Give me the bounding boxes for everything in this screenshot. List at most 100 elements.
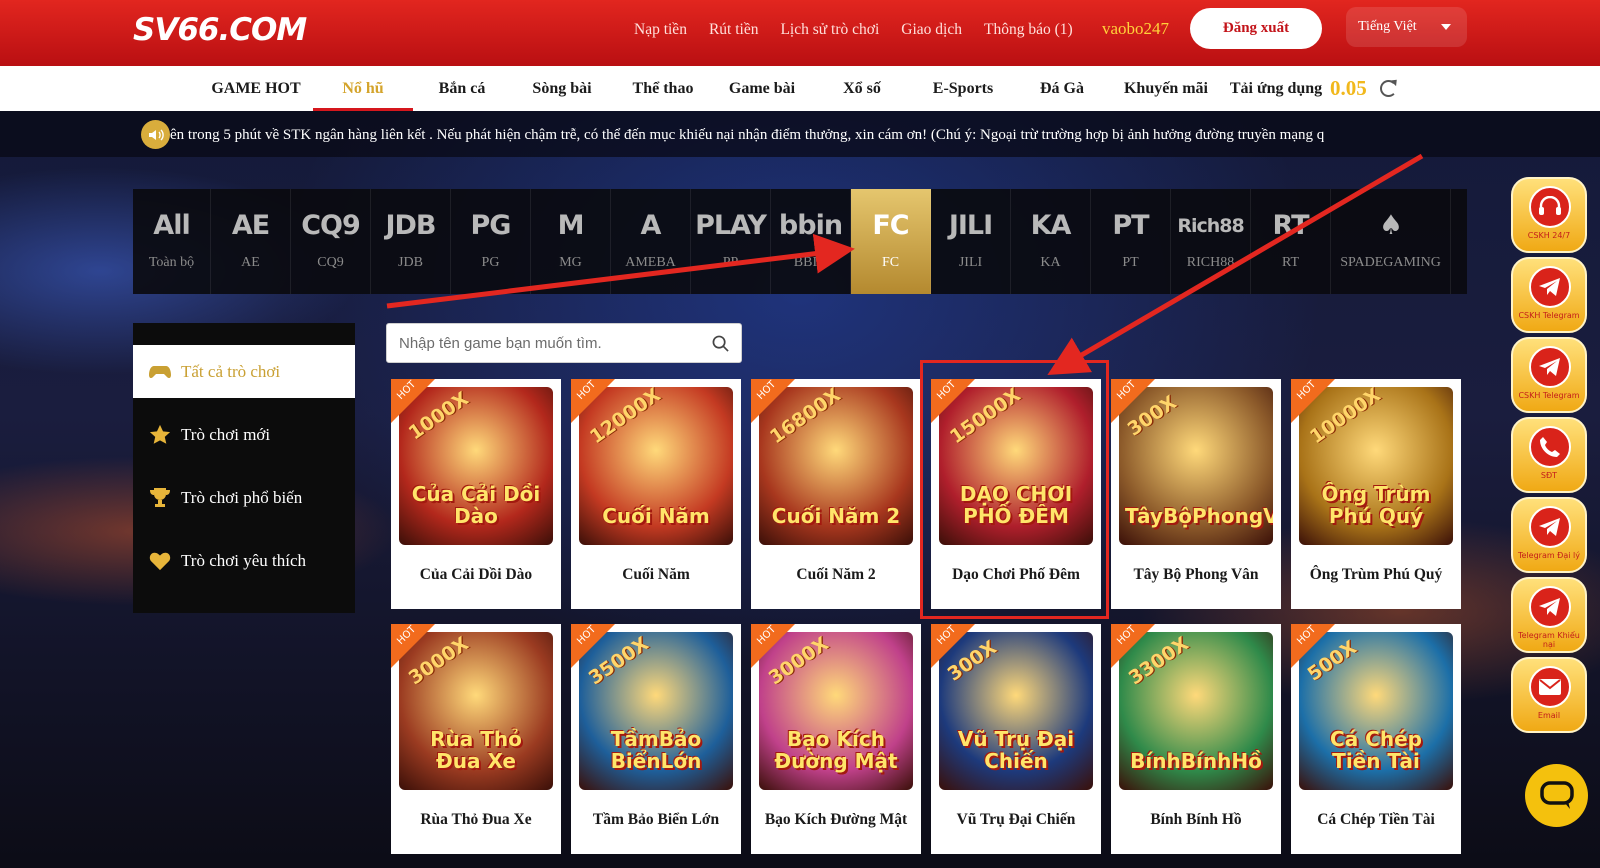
game-card[interactable]: 16800X Cuối Năm 2 HOT Cuối Năm 2 (751, 379, 921, 609)
support-button[interactable]: CSKH Telegram (1511, 337, 1587, 413)
live-chat-button[interactable] (1525, 764, 1588, 827)
provider-logo: CQ9 (301, 210, 361, 241)
provider-ka[interactable]: KA KA (1011, 189, 1091, 294)
support-button[interactable]: Telegram Khiếu nại (1511, 577, 1587, 653)
deposit-link[interactable]: Nạp tiền (634, 18, 687, 42)
game-card[interactable]: 3500X TầmBảo BiểnLớn HOT Tầm Bảo Biển Lớn (571, 624, 741, 854)
provider-logo: A (640, 210, 662, 241)
provider-to-n-b-[interactable]: All Toàn bộ (133, 189, 211, 294)
game-search (386, 323, 742, 363)
provider-logo: Rich88 (1177, 215, 1244, 237)
provider-label: CQ9 (317, 255, 344, 270)
refresh-icon[interactable] (1380, 80, 1397, 97)
nav-esports[interactable]: E-Sports (914, 66, 1012, 111)
game-card[interactable]: 3000X Bạo Kích Đường Mật HOT Bạo Kích Đường… (751, 624, 921, 854)
speaker-icon (141, 120, 170, 149)
provider-pt[interactable]: PT PT (1091, 189, 1171, 294)
language-value: Tiếng Việt (1358, 19, 1417, 34)
username[interactable]: vaobo247 (1102, 16, 1169, 42)
support-button[interactable]: SĐT (1511, 417, 1587, 493)
nav-download-app[interactable]: Tải ứng dụng (1226, 66, 1326, 111)
logout-button[interactable]: Đăng xuất (1190, 8, 1322, 49)
nav-slots[interactable]: Nổ hũ (313, 66, 413, 111)
provider-logo: KA (1030, 210, 1072, 241)
support-button[interactable]: Email (1511, 657, 1587, 733)
provider-mg[interactable]: M MG (531, 189, 611, 294)
game-name: Bính Bính Hồ (1150, 811, 1242, 828)
main-nav: GAME HOT Nổ hũ Bắn cá Sòng bài Thể thao … (0, 66, 1600, 111)
game-card[interactable]: 500X Cá Chép Tiền Tài HOT Cá Chép Tiền Tài (1291, 624, 1461, 854)
provider-ameba[interactable]: A AMEBA (611, 189, 691, 294)
game-history-link[interactable]: Lịch sử trò chơi (780, 18, 879, 42)
support-button[interactable]: CSKH 24/7 (1511, 177, 1587, 253)
provider-cq9[interactable]: CQ9 CQ9 (291, 189, 371, 294)
provider-logo: PT (1112, 210, 1149, 241)
support-button[interactable]: Telegram Đại lý (1511, 497, 1587, 573)
heart-icon (149, 550, 171, 572)
search-icon[interactable] (712, 335, 729, 352)
nav-game-hot[interactable]: GAME HOT (206, 66, 306, 111)
provider-bar: All Toàn bộ AE AE CQ9 CQ9 JDB JDB PG PG M MG A AMEBA P… (133, 189, 1467, 294)
provider-fc[interactable]: FC FC (851, 189, 931, 294)
chat-bubble-icon (1539, 780, 1574, 809)
nav-lottery[interactable]: Xổ số (818, 66, 906, 111)
menu-popular-games[interactable]: Trò chơi phổ biến (133, 471, 355, 524)
game-name: Vũ Trụ Đại Chiến (956, 811, 1076, 828)
provider-logo: AE (231, 210, 270, 241)
game-card[interactable]: 300XTâyBộPhongVânHOTTây Bộ Phong Vân (1111, 379, 1281, 609)
headset-icon (1529, 186, 1571, 228)
game-card[interactable]: 12000X Cuối Năm HOT Cuối Năm (571, 379, 741, 609)
provider-bbin[interactable]: bbin BBIN (771, 189, 851, 294)
provider-logo: bbin (778, 210, 843, 241)
game-art-title: Ông Trùm Phú Quý (1321, 482, 1431, 528)
site-logo[interactable]: SV66.COM (133, 10, 307, 50)
transactions-link[interactable]: Giao dịch (901, 18, 962, 42)
nav-card-games[interactable]: Game bài (716, 66, 808, 111)
game-art-title: TầmBảo BiểnLớn (610, 727, 702, 773)
nav-promotions[interactable]: Khuyến mãi (1116, 66, 1216, 111)
nav-fishing[interactable]: Bắn cá (418, 66, 506, 111)
gamepad-icon (149, 361, 171, 383)
telegram-icon (1529, 266, 1571, 308)
phone-icon (1529, 426, 1571, 468)
withdraw-link[interactable]: Rút tiền (709, 18, 759, 42)
nav-sports[interactable]: Thể thao (618, 66, 708, 111)
provider-logo: RT (1272, 210, 1310, 241)
support-label: Telegram Khiếu nại (1518, 631, 1580, 649)
game-art-title: BínhBínhHồ (1130, 749, 1262, 773)
nav-casino[interactable]: Sòng bài (517, 66, 607, 111)
search-input[interactable] (399, 324, 699, 362)
provider-rich88[interactable]: Rich88 RICH88 (1171, 189, 1251, 294)
provider-jdb[interactable]: JDB JDB (371, 189, 451, 294)
provider-logo: All (153, 210, 190, 241)
notifications-link[interactable]: Thông báo (1) (984, 18, 1073, 42)
provider-jili[interactable]: JILI JILI (931, 189, 1011, 294)
provider-logo: JILI (948, 210, 993, 241)
menu-favorite-games[interactable]: Trò chơi yêu thích (133, 534, 355, 587)
provider-ae[interactable]: AE AE (211, 189, 291, 294)
provider-logo: PG (470, 210, 512, 241)
telegram-icon (1529, 586, 1571, 628)
provider-pp[interactable]: PLAY PP (691, 189, 771, 294)
support-label: CSKH 24/7 (1527, 231, 1571, 240)
language-select[interactable]: Tiếng Việt (1346, 7, 1467, 47)
provider-spadegaming[interactable]: ♠ SPADEGAMING (1331, 189, 1451, 294)
game-card[interactable]: 3000X Rùa Thỏ Đua Xe HOT Rùa Thỏ Đua Xe (391, 624, 561, 854)
nav-cockfight[interactable]: Đá Gà (1018, 66, 1106, 111)
game-card[interactable]: 10000X Ông Trùm Phú Quý HOT Ông Trùm Phú Qu… (1291, 379, 1461, 609)
provider-logo: JDB (385, 210, 436, 241)
support-label: Telegram Đại lý (1517, 551, 1581, 560)
provider-label: Toàn bộ (148, 255, 195, 270)
menu-label: Tất cả trò chơi (181, 361, 281, 381)
game-card[interactable]: 300X Vũ Trụ Đại Chiến HOT Vũ Trụ Đại Chiến (931, 624, 1101, 854)
menu-all-games[interactable]: Tất cả trò chơi (133, 345, 355, 398)
game-card[interactable]: 1000X Của Cải Dồi Dào HOT Của Cải Dồi Dào (391, 379, 561, 609)
game-art-title: Cuối Năm 2 (771, 504, 901, 528)
provider-rt[interactable]: RT RT (1251, 189, 1331, 294)
support-button[interactable]: CSKH Telegram (1511, 257, 1587, 333)
game-art-title: TâyBộPhongVân (1125, 504, 1273, 528)
highlight-annotation (920, 360, 1109, 619)
menu-new-games[interactable]: Trò chơi mới (133, 408, 355, 461)
game-card[interactable]: 3300X BínhBínhHồ HOT Bính Bính Hồ (1111, 624, 1281, 854)
provider-pg[interactable]: PG PG (451, 189, 531, 294)
